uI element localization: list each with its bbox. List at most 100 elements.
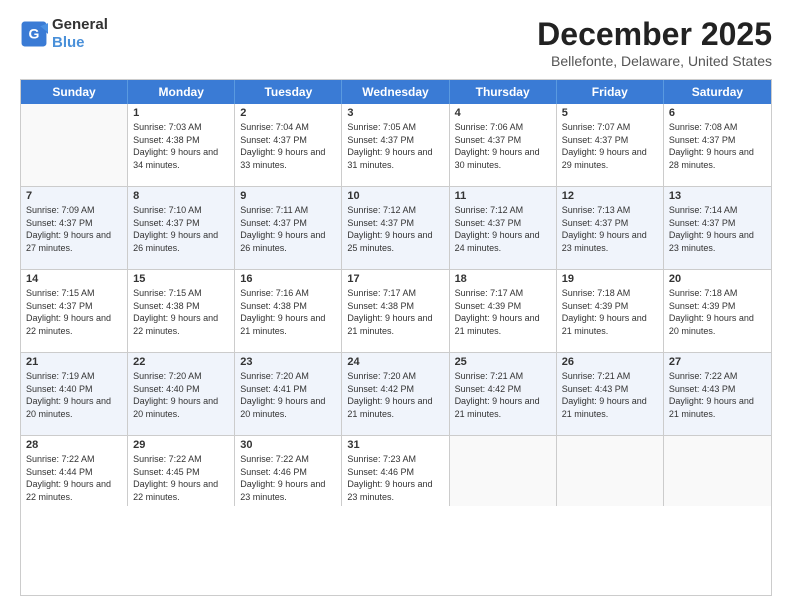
sunset-text: Sunset: 4:42 PM	[455, 383, 551, 396]
calendar-cell: 10Sunrise: 7:12 AMSunset: 4:37 PMDayligh…	[342, 187, 449, 269]
calendar: Sunday Monday Tuesday Wednesday Thursday…	[20, 79, 772, 596]
header-monday: Monday	[128, 80, 235, 104]
page: G General Blue December 2025 Bellefonte,…	[0, 0, 792, 612]
day-number: 1	[133, 107, 229, 119]
calendar-cell: 9Sunrise: 7:11 AMSunset: 4:37 PMDaylight…	[235, 187, 342, 269]
sunrise-text: Sunrise: 7:13 AM	[562, 204, 658, 217]
day-number: 13	[669, 190, 766, 202]
header-sunday: Sunday	[21, 80, 128, 104]
daylight-text: Daylight: 9 hours and 21 minutes.	[455, 395, 551, 420]
calendar-cell: 19Sunrise: 7:18 AMSunset: 4:39 PMDayligh…	[557, 270, 664, 352]
calendar-cell: 25 Sunrise: 7:21 AMSunset: 4:42 PMDayligh…	[450, 353, 557, 435]
sunset-text: Sunset: 4:41 PM	[240, 383, 336, 396]
sunset-text: Sunset: 4:39 PM	[562, 300, 658, 313]
daylight-text: Daylight: 9 hours and 23 minutes.	[240, 478, 336, 503]
calendar-cell: 28Sunrise: 7:22 AMSunset: 4:44 PMDayligh…	[21, 436, 128, 506]
sunset-text: Sunset: 4:37 PM	[562, 134, 658, 147]
day-number: 27	[669, 356, 766, 368]
header: G General Blue December 2025 Bellefonte,…	[20, 16, 772, 69]
daylight-text: Daylight: 9 hours and 22 minutes.	[26, 312, 122, 337]
logo: G General Blue	[20, 16, 108, 52]
day-number: 31	[347, 439, 443, 451]
day-number: 23	[240, 356, 336, 368]
calendar-cell: 15Sunrise: 7:15 AMSunset: 4:38 PMDayligh…	[128, 270, 235, 352]
calendar-row-5: 28Sunrise: 7:22 AMSunset: 4:44 PMDayligh…	[21, 436, 771, 506]
sunrise-text: Sunrise: 7:20 AM	[240, 370, 336, 383]
daylight-text: Daylight: 9 hours and 23 minutes.	[347, 478, 443, 503]
calendar-cell: 5Sunrise: 7:07 AMSunset: 4:37 PMDaylight…	[557, 104, 664, 186]
calendar-cell: 20Sunrise: 7:18 AMSunset: 4:39 PMDayligh…	[664, 270, 771, 352]
daylight-text: Daylight: 9 hours and 20 minutes.	[26, 395, 122, 420]
calendar-cell: 29 Sunrise: 7:22 AMSunset: 4:45 PMDayligh…	[128, 436, 235, 506]
sunrise-text: Sunrise: 7:08 AM	[669, 121, 766, 134]
calendar-cell	[21, 104, 128, 186]
calendar-cell: 14Sunrise: 7:15 AMSunset: 4:37 PMDayligh…	[21, 270, 128, 352]
logo-icon: G	[20, 20, 48, 48]
sunset-text: Sunset: 4:38 PM	[347, 300, 443, 313]
day-number: 18	[455, 273, 551, 285]
calendar-cell: 4Sunrise: 7:06 AMSunset: 4:37 PMDaylight…	[450, 104, 557, 186]
daylight-text: Daylight: 9 hours and 34 minutes.	[133, 146, 229, 171]
day-number: 16	[240, 273, 336, 285]
sunset-text: Sunset: 4:38 PM	[133, 300, 229, 313]
logo-text: General Blue	[52, 16, 108, 52]
day-number: 10	[347, 190, 443, 202]
sunrise-text: Sunrise: 7:04 AM	[240, 121, 336, 134]
daylight-text: Daylight: 9 hours and 23 minutes.	[669, 229, 766, 254]
sunset-text: Sunset: 4:37 PM	[133, 217, 229, 230]
sunrise-text: Sunrise: 7:10 AM	[133, 204, 229, 217]
calendar-cell: 30Sunrise: 7:22 AMSunset: 4:46 PMDayligh…	[235, 436, 342, 506]
sunrise-text: Sunrise: 7:22 AM	[133, 453, 229, 466]
daylight-text: Daylight: 9 hours and 27 minutes.	[26, 229, 122, 254]
day-number: 2	[240, 107, 336, 119]
day-number: 29	[133, 439, 229, 451]
sunrise-text: Sunrise: 7:20 AM	[133, 370, 229, 383]
sunset-text: Sunset: 4:45 PM	[133, 466, 229, 479]
sunset-text: Sunset: 4:44 PM	[26, 466, 122, 479]
sunset-text: Sunset: 4:40 PM	[26, 383, 122, 396]
calendar-cell: 26Sunrise: 7:21 AMSunset: 4:43 PMDayligh…	[557, 353, 664, 435]
calendar-cell: 16Sunrise: 7:16 AMSunset: 4:38 PMDayligh…	[235, 270, 342, 352]
daylight-text: Daylight: 9 hours and 29 minutes.	[562, 146, 658, 171]
sunrise-text: Sunrise: 7:03 AM	[133, 121, 229, 134]
daylight-text: Daylight: 9 hours and 26 minutes.	[133, 229, 229, 254]
sunrise-text: Sunrise: 7:05 AM	[347, 121, 443, 134]
sunset-text: Sunset: 4:37 PM	[455, 134, 551, 147]
sunset-text: Sunset: 4:39 PM	[455, 300, 551, 313]
title-block: December 2025 Bellefonte, Delaware, Unit…	[537, 16, 772, 69]
calendar-cell: 8Sunrise: 7:10 AMSunset: 4:37 PMDaylight…	[128, 187, 235, 269]
daylight-text: Daylight: 9 hours and 23 minutes.	[562, 229, 658, 254]
svg-text:G: G	[29, 26, 40, 42]
daylight-text: Daylight: 9 hours and 20 minutes.	[669, 312, 766, 337]
sunset-text: Sunset: 4:37 PM	[562, 217, 658, 230]
sunset-text: Sunset: 4:37 PM	[347, 134, 443, 147]
daylight-text: Daylight: 9 hours and 22 minutes.	[26, 478, 122, 503]
daylight-text: Daylight: 9 hours and 30 minutes.	[455, 146, 551, 171]
calendar-cell: 23 Sunrise: 7:20 AMSunset: 4:41 PMDayligh…	[235, 353, 342, 435]
day-number: 14	[26, 273, 122, 285]
daylight-text: Daylight: 9 hours and 21 minutes.	[455, 312, 551, 337]
sunrise-text: Sunrise: 7:12 AM	[347, 204, 443, 217]
sunrise-text: Sunrise: 7:21 AM	[455, 370, 551, 383]
sunset-text: Sunset: 4:37 PM	[455, 217, 551, 230]
day-number: 20	[669, 273, 766, 285]
day-number: 25	[455, 356, 551, 368]
calendar-cell	[450, 436, 557, 506]
calendar-cell: 21Sunrise: 7:19 AMSunset: 4:40 PMDayligh…	[21, 353, 128, 435]
sunrise-text: Sunrise: 7:17 AM	[455, 287, 551, 300]
day-number: 12	[562, 190, 658, 202]
calendar-cell	[664, 436, 771, 506]
day-number: 7	[26, 190, 122, 202]
calendar-cell: 27Sunrise: 7:22 AMSunset: 4:43 PMDayligh…	[664, 353, 771, 435]
sunrise-text: Sunrise: 7:22 AM	[669, 370, 766, 383]
day-number: 22	[133, 356, 229, 368]
sunrise-text: Sunrise: 7:14 AM	[669, 204, 766, 217]
sunset-text: Sunset: 4:43 PM	[669, 383, 766, 396]
sunset-text: Sunset: 4:38 PM	[240, 300, 336, 313]
calendar-cell: 17Sunrise: 7:17 AMSunset: 4:38 PMDayligh…	[342, 270, 449, 352]
day-number: 6	[669, 107, 766, 119]
daylight-text: Daylight: 9 hours and 20 minutes.	[133, 395, 229, 420]
daylight-text: Daylight: 9 hours and 20 minutes.	[240, 395, 336, 420]
daylight-text: Daylight: 9 hours and 26 minutes.	[240, 229, 336, 254]
daylight-text: Daylight: 9 hours and 22 minutes.	[133, 478, 229, 503]
